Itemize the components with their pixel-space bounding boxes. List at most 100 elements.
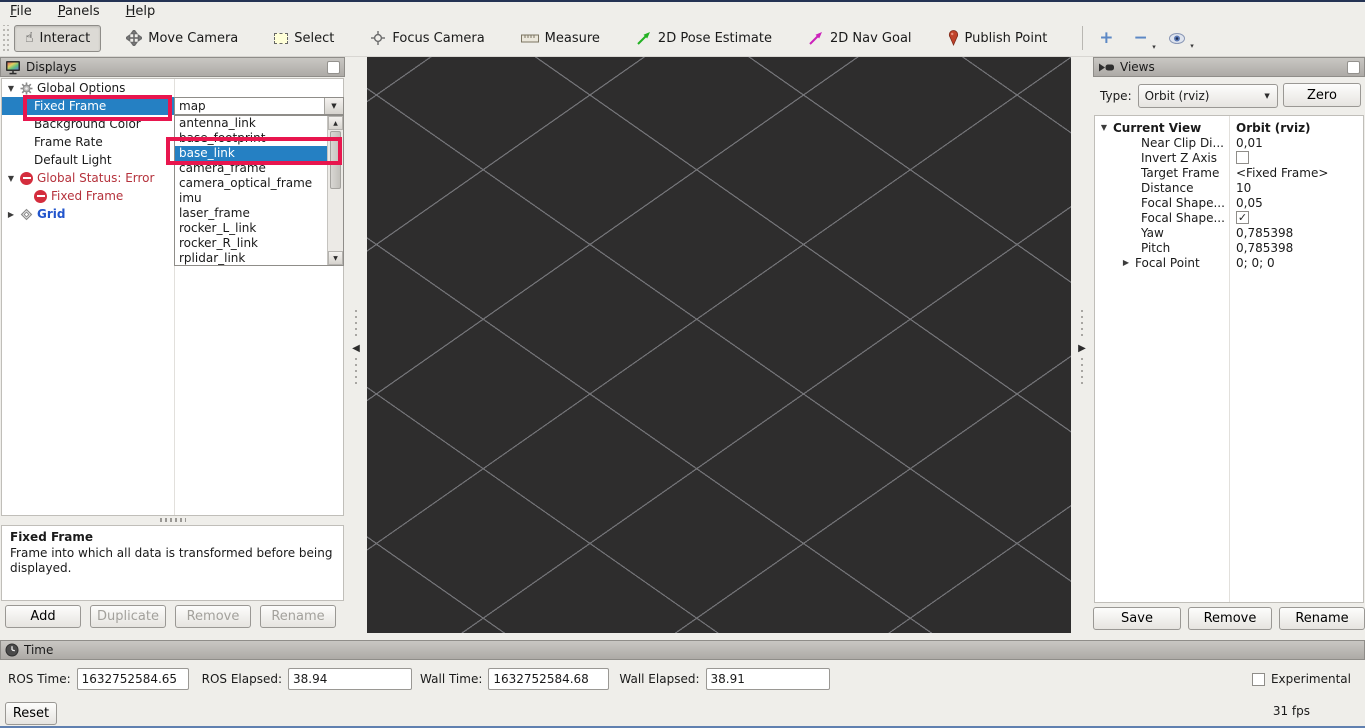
tree-row-global-options[interactable]: ▼ Global Options xyxy=(2,79,174,97)
views-row-target-frame[interactable]: Target Frame <Fixed Frame> xyxy=(1095,165,1365,180)
combo-dropdown-arrow-icon[interactable]: ▼ xyxy=(324,98,343,114)
publish-point-tool-button[interactable]: Publish Point xyxy=(937,24,1059,52)
ros-time-input[interactable] xyxy=(77,668,189,690)
tree-row-default-light[interactable]: Default Light xyxy=(2,151,174,169)
expander-closed-icon[interactable]: ▶ xyxy=(6,210,16,219)
fixed-frame-combo[interactable]: map ▼ xyxy=(174,97,344,115)
interact-tool-button[interactable]: ☝ Interact xyxy=(14,25,101,52)
ros-time-field: ROS Time: xyxy=(8,668,189,690)
dropdown-item[interactable]: antenna_link xyxy=(175,116,328,131)
remove-view-button[interactable]: Remove xyxy=(1188,607,1272,630)
dropdown-item[interactable]: camera_frame xyxy=(175,161,328,176)
menu-panels[interactable]: Panels xyxy=(58,4,100,19)
dropdown-item[interactable]: camera_optical_frame xyxy=(175,176,328,191)
add-tool-button[interactable]: + xyxy=(1093,28,1119,48)
displays-panel-header[interactable]: Displays xyxy=(0,57,345,77)
remove-display-button[interactable]: Remove xyxy=(175,605,251,628)
ros-elapsed-input[interactable] xyxy=(288,668,412,690)
focus-camera-tool-button[interactable]: Focus Camera xyxy=(359,24,495,52)
add-display-button[interactable]: Add xyxy=(5,605,81,628)
time-panel-header[interactable]: Time xyxy=(0,640,1365,660)
invert-z-checkbox[interactable] xyxy=(1236,151,1249,164)
views-panel-header[interactable]: Views xyxy=(1093,57,1365,77)
dropdown-scrollbar[interactable]: ▲ ▼ xyxy=(327,116,343,265)
tree-row-status-fixed-frame[interactable]: Fixed Frame xyxy=(2,187,174,205)
select-tool-button[interactable]: Select xyxy=(263,25,345,52)
focal-shape-checkbox[interactable]: ✓ xyxy=(1236,211,1249,224)
dropdown-item[interactable]: base_footprint xyxy=(175,131,328,146)
nav-goal-tool-button[interactable]: 2D Nav Goal xyxy=(797,24,923,52)
dropdown-item[interactable]: imu xyxy=(175,191,328,206)
views-row-focal-point[interactable]: ▶Focal Point 0; 0; 0 xyxy=(1095,255,1365,270)
main-area: Displays ▼ xyxy=(0,57,1365,640)
views-row-yaw[interactable]: Yaw 0,785398 xyxy=(1095,225,1365,240)
views-panel-float-button[interactable] xyxy=(1347,61,1360,74)
wall-time-input[interactable] xyxy=(488,668,609,690)
tree-row-frame-rate[interactable]: Frame Rate xyxy=(2,133,174,151)
wall-elapsed-label: Wall Elapsed: xyxy=(619,672,699,686)
wall-elapsed-input[interactable] xyxy=(706,668,830,690)
collapse-left-icon[interactable]: ◀ xyxy=(352,344,360,354)
reset-button[interactable]: Reset xyxy=(5,702,57,725)
views-type-combo[interactable]: Orbit (rviz) ▼ xyxy=(1138,84,1278,108)
menu-help[interactable]: Help xyxy=(126,4,156,19)
views-row-focal-shape-size[interactable]: Focal Shape... 0,05 xyxy=(1095,195,1365,210)
fixed-frame-label: Fixed Frame xyxy=(20,99,106,113)
experimental-checkbox[interactable] xyxy=(1252,673,1265,686)
fixed-frame-dropdown-list: antenna_link base_footprint base_link ca… xyxy=(174,115,344,266)
expander-closed-icon[interactable]: ▶ xyxy=(1121,258,1131,267)
dropdown-item[interactable]: rocker_R_link xyxy=(175,236,328,251)
scroll-down-icon[interactable]: ▼ xyxy=(328,251,343,265)
experimental-option: Experimental xyxy=(1252,672,1351,686)
global-status-label: Global Status: Error xyxy=(37,171,154,185)
dropdown-item[interactable]: laser_frame xyxy=(175,206,328,221)
displays-buttons: Add Duplicate Remove Rename xyxy=(5,605,336,628)
save-view-button[interactable]: Save xyxy=(1093,607,1181,630)
splitter-grip xyxy=(1081,310,1083,340)
views-type-label: Type: xyxy=(1100,89,1132,103)
remove-tool-button[interactable]: − ▾ xyxy=(1128,28,1154,48)
tool-visibility-button[interactable]: ▾ xyxy=(1162,30,1192,47)
tree-row-fixed-frame[interactable]: Fixed Frame xyxy=(2,97,174,115)
collapse-right-icon[interactable]: ▶ xyxy=(1078,344,1086,354)
render-viewport[interactable] xyxy=(367,57,1071,633)
toolbar-grip[interactable] xyxy=(2,25,10,51)
tree-row-background-color[interactable]: Background Color xyxy=(2,115,174,133)
rename-view-button[interactable]: Rename xyxy=(1279,607,1365,630)
scroll-up-icon[interactable]: ▲ xyxy=(328,116,343,130)
help-title: Fixed Frame xyxy=(10,530,335,546)
views-row-pitch[interactable]: Pitch 0,785398 xyxy=(1095,240,1365,255)
expander-open-icon[interactable]: ▼ xyxy=(6,84,16,93)
scrollbar-thumb[interactable] xyxy=(330,131,341,189)
wall-time-field: Wall Time: xyxy=(420,668,609,690)
zero-button[interactable]: Zero xyxy=(1283,83,1361,107)
displays-panel-float-button[interactable] xyxy=(327,61,340,74)
help-body: Frame into which all data is transformed… xyxy=(10,546,335,577)
tree-row-grid[interactable]: ▶ Grid xyxy=(2,205,174,223)
displays-splitter-handle[interactable] xyxy=(160,518,186,522)
views-row-current-view[interactable]: ▼Current View Orbit (rviz) xyxy=(1095,120,1365,135)
move-camera-tool-button[interactable]: Move Camera xyxy=(115,24,249,52)
views-row-focal-shape-fixed[interactable]: Focal Shape... ✓ xyxy=(1095,210,1365,225)
left-splitter[interactable]: ◀ xyxy=(345,57,367,640)
dropdown-item[interactable]: rocker_L_link xyxy=(175,221,328,236)
rename-display-button[interactable]: Rename xyxy=(260,605,336,628)
toolbar-separator xyxy=(1082,26,1083,50)
select-tool-label: Select xyxy=(294,31,334,46)
right-splitter[interactable]: ▶ xyxy=(1071,57,1093,640)
views-row-distance[interactable]: Distance 10 xyxy=(1095,180,1365,195)
frame-rate-label: Frame Rate xyxy=(20,135,103,149)
dropdown-item[interactable]: rplidar_link xyxy=(175,251,328,266)
expander-open-icon[interactable]: ▼ xyxy=(6,174,16,183)
dropdown-item-selected[interactable]: base_link xyxy=(175,146,328,161)
menu-file[interactable]: File xyxy=(10,4,32,19)
views-row-near-clip[interactable]: Near Clip Di... 0,01 xyxy=(1095,135,1365,150)
combo-dropdown-arrow-icon[interactable]: ▼ xyxy=(1258,85,1277,107)
views-row-invert-z[interactable]: Invert Z Axis xyxy=(1095,150,1365,165)
splitter-grip xyxy=(355,310,357,340)
pose-estimate-tool-button[interactable]: 2D Pose Estimate xyxy=(625,24,783,52)
tree-row-global-status[interactable]: ▼ Global Status: Error xyxy=(2,169,174,187)
expander-open-icon[interactable]: ▼ xyxy=(1099,123,1109,132)
duplicate-display-button[interactable]: Duplicate xyxy=(90,605,166,628)
measure-tool-button[interactable]: Measure xyxy=(510,25,611,52)
